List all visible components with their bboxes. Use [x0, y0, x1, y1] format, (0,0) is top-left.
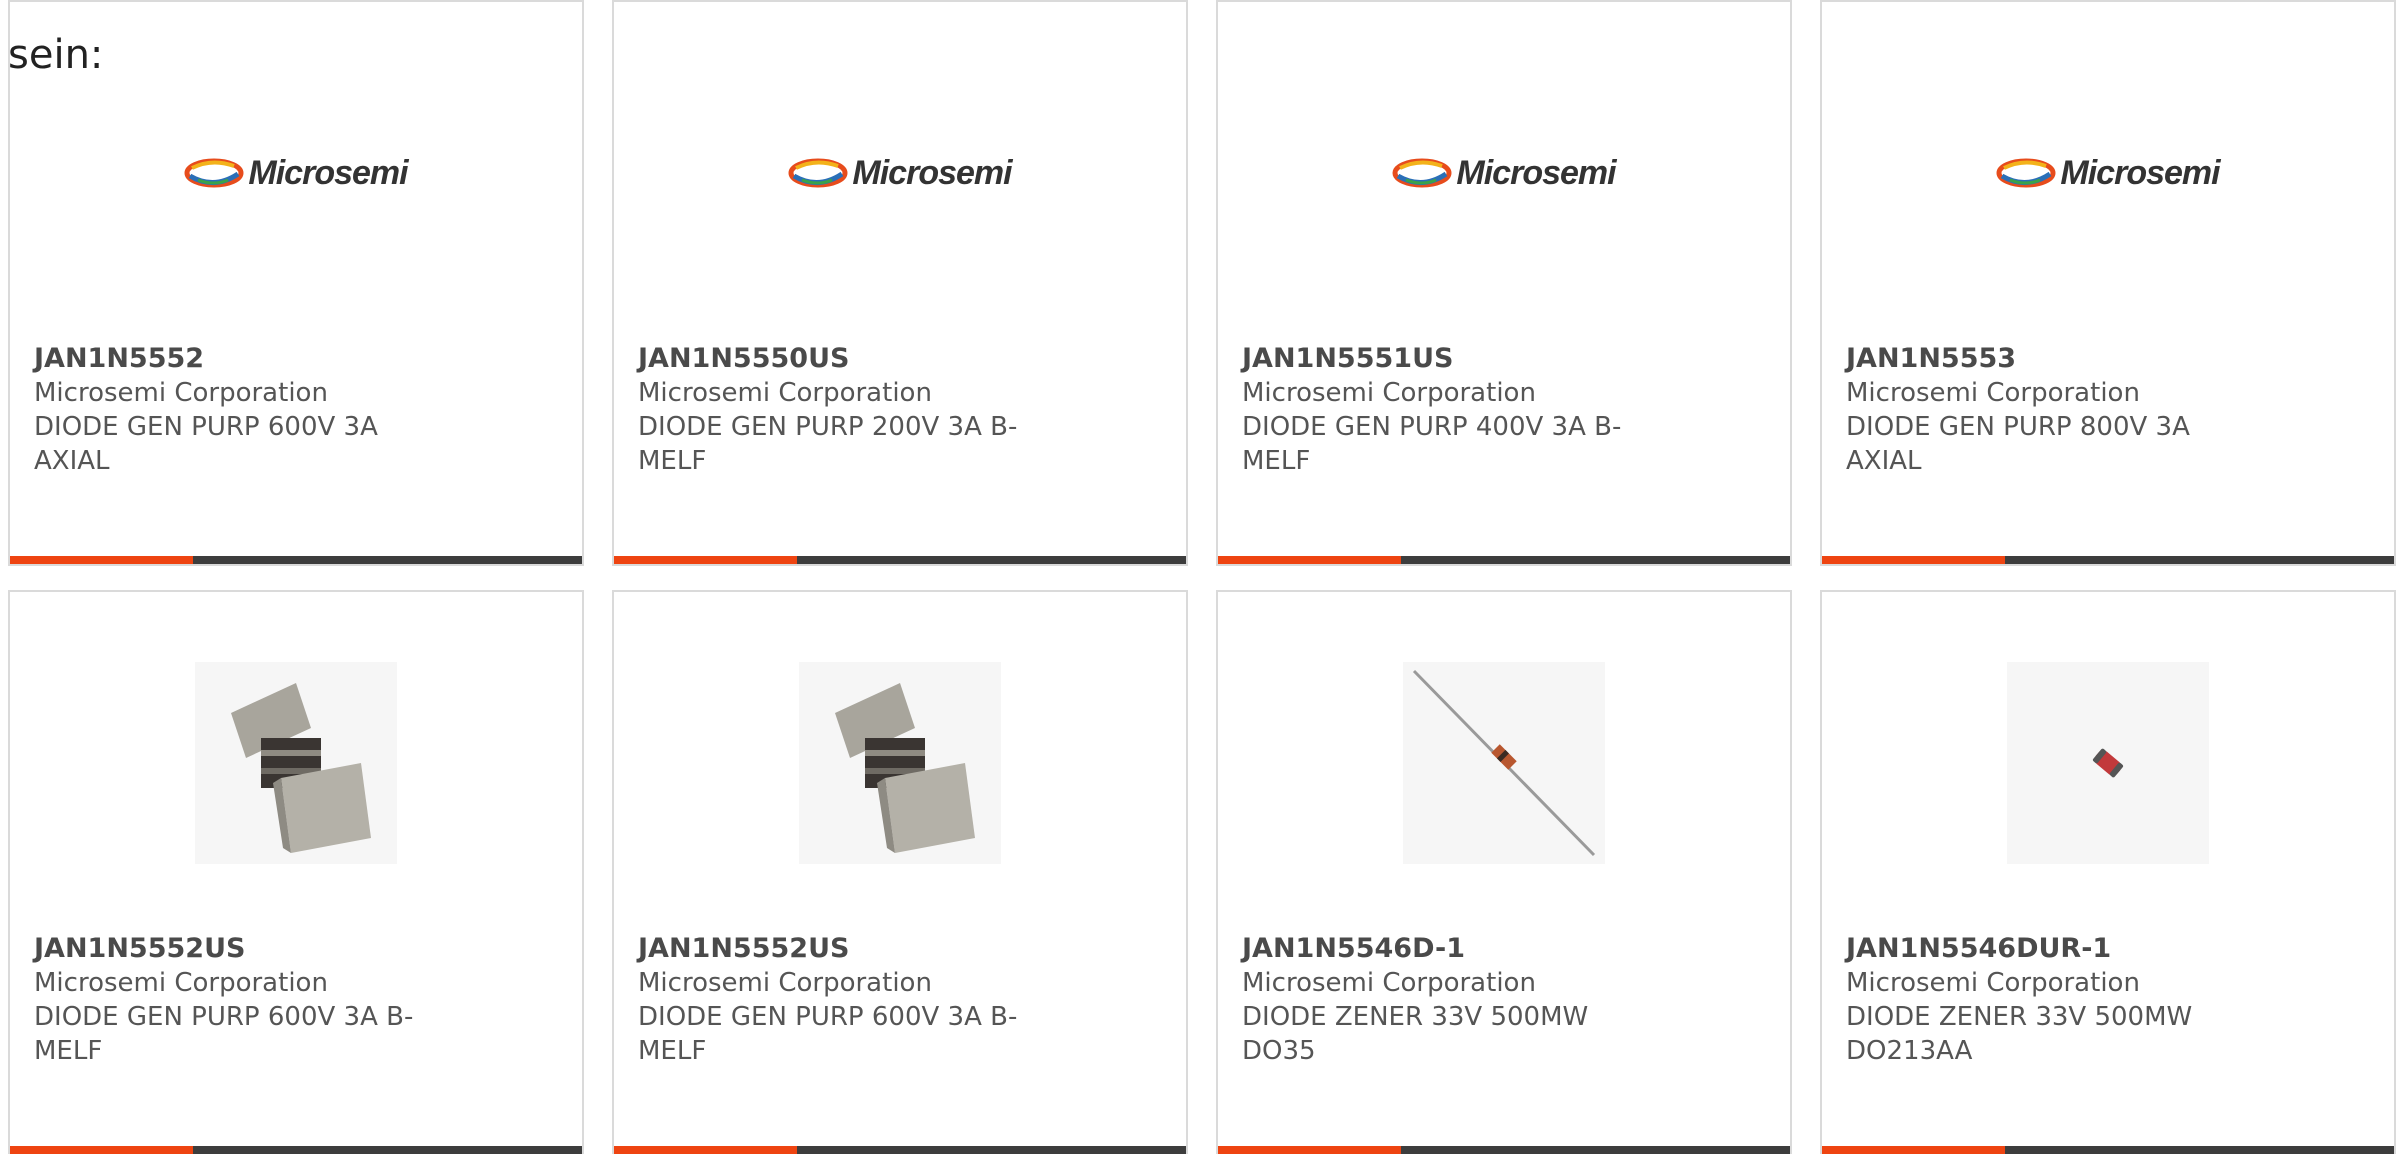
microsemi-swirl-icon: [1392, 158, 1452, 188]
manufacturer: Microsemi Corporation: [34, 968, 328, 998]
product-image: Microsemi: [1822, 62, 2394, 284]
manufacturer: Microsemi Corporation: [1846, 378, 2140, 408]
microsemi-swirl-icon: [788, 158, 848, 188]
product-image: [1218, 652, 1790, 874]
card-bar-accent: [614, 1146, 797, 1154]
axial-diode-photo: [1403, 662, 1605, 864]
description: DIODE ZENER 33V 500MW DO35: [1242, 1002, 1589, 1066]
card-bar: [614, 1146, 1186, 1154]
b-melf-diode-icon: [835, 683, 975, 853]
microsemi-swirl-icon: [184, 158, 244, 188]
product-card[interactable]: JAN1N5552US Microsemi Corporation DIODE …: [612, 590, 1188, 1154]
b-melf-diode-icon: [231, 683, 371, 853]
card-bar-accent: [1218, 556, 1401, 564]
melf-diode-icon: [2092, 748, 2124, 778]
product-card[interactable]: JAN1N5546D-1 Microsemi Corporation DIODE…: [1216, 590, 1792, 1154]
manufacturer: Microsemi Corporation: [638, 968, 932, 998]
product-image: Microsemi: [1218, 62, 1790, 284]
description: DIODE GEN PURP 800V 3A AXIAL: [1846, 412, 2190, 476]
part-number[interactable]: JAN1N5552: [34, 342, 424, 376]
description: DIODE GEN PURP 600V 3A B-MELF: [34, 1002, 414, 1066]
logo-wordmark: Microsemi: [248, 153, 408, 192]
card-bar: [1218, 556, 1790, 564]
card-bar-accent: [614, 556, 797, 564]
product-card[interactable]: Microsemi JAN1N5552 Microsemi Corporatio…: [8, 0, 584, 566]
part-number[interactable]: JAN1N5551US: [1242, 342, 1632, 376]
description: DIODE GEN PURP 600V 3A B-MELF: [638, 1002, 1018, 1066]
manufacturer: Microsemi Corporation: [1242, 378, 1536, 408]
b-melf-diode-photo: [195, 662, 397, 864]
card-bar-accent: [1218, 1146, 1401, 1154]
card-bar: [10, 1146, 582, 1154]
card-bar: [1822, 556, 2394, 564]
microsemi-logo: Microsemi: [1392, 153, 1617, 193]
card-bar: [1218, 1146, 1790, 1154]
logo-wordmark: Microsemi: [1456, 153, 1616, 192]
description: DIODE GEN PURP 600V 3A AXIAL: [34, 412, 378, 476]
description: DIODE GEN PURP 400V 3A B-MELF: [1242, 412, 1622, 476]
part-number[interactable]: JAN1N5552US: [34, 932, 424, 966]
product-image: [1822, 652, 2394, 874]
microsemi-logo: Microsemi: [1996, 153, 2221, 193]
microsemi-swirl-icon: [1996, 158, 2056, 188]
card-bar-accent: [10, 556, 193, 564]
product-grid: Microsemi JAN1N5552 Microsemi Corporatio…: [8, 0, 2400, 1154]
manufacturer: Microsemi Corporation: [1846, 968, 2140, 998]
description: DIODE GEN PURP 200V 3A B-MELF: [638, 412, 1018, 476]
product-image: Microsemi: [10, 62, 582, 284]
product-image: Microsemi: [614, 62, 1186, 284]
intro-text: sein:: [8, 32, 104, 78]
manufacturer: Microsemi Corporation: [638, 378, 932, 408]
microsemi-logo: Microsemi: [184, 153, 409, 193]
part-number[interactable]: JAN1N5546D-1: [1242, 932, 1632, 966]
logo-wordmark: Microsemi: [852, 153, 1012, 192]
manufacturer: Microsemi Corporation: [34, 378, 328, 408]
axial-diode-icon: [1412, 669, 1596, 857]
microsemi-logo: Microsemi: [788, 153, 1013, 193]
page: sein: Microsemi JAN1N5552 Microsemi Corp…: [0, 0, 2400, 1154]
b-melf-diode-photo: [799, 662, 1001, 864]
card-bar: [10, 556, 582, 564]
card-bar: [1822, 1146, 2394, 1154]
description: DIODE ZENER 33V 500MW DO213AA: [1846, 1002, 2193, 1066]
product-card[interactable]: Microsemi JAN1N5551US Microsemi Corporat…: [1216, 0, 1792, 566]
product-image: [10, 652, 582, 874]
card-bar-accent: [1822, 1146, 2005, 1154]
product-card[interactable]: JAN1N5552US Microsemi Corporation DIODE …: [8, 590, 584, 1154]
manufacturer: Microsemi Corporation: [1242, 968, 1536, 998]
product-card[interactable]: Microsemi JAN1N5553 Microsemi Corporatio…: [1820, 0, 2396, 566]
logo-wordmark: Microsemi: [2060, 153, 2220, 192]
product-card[interactable]: JAN1N5546DUR-1 Microsemi Corporation DIO…: [1820, 590, 2396, 1154]
card-bar: [614, 556, 1186, 564]
card-bar-accent: [1822, 556, 2005, 564]
melf-diode-photo: [2007, 662, 2209, 864]
part-number[interactable]: JAN1N5553: [1846, 342, 2236, 376]
product-card[interactable]: Microsemi JAN1N5550US Microsemi Corporat…: [612, 0, 1188, 566]
part-number[interactable]: JAN1N5546DUR-1: [1846, 932, 2236, 966]
card-bar-accent: [10, 1146, 193, 1154]
product-image: [614, 652, 1186, 874]
part-number[interactable]: JAN1N5550US: [638, 342, 1028, 376]
part-number[interactable]: JAN1N5552US: [638, 932, 1028, 966]
